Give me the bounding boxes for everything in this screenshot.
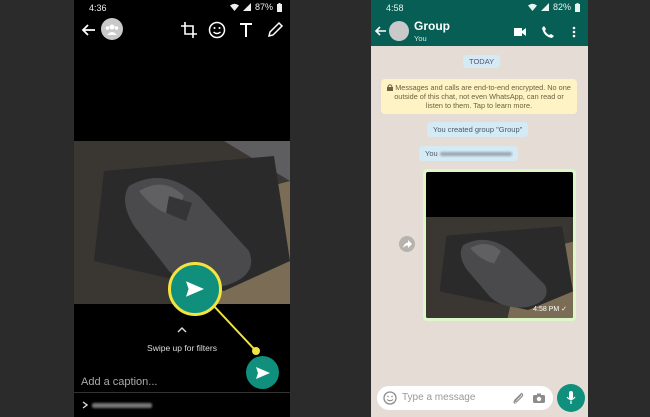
- mouse-photo: [426, 217, 573, 318]
- voice-record-button[interactable]: [557, 384, 585, 412]
- encryption-notice-text: Messages and calls are end-to-end encryp…: [394, 83, 571, 111]
- system-message-added: You: [419, 146, 518, 161]
- recipient-bar: [82, 401, 152, 409]
- video-call-icon[interactable]: [513, 25, 527, 39]
- wifi-icon: [527, 3, 537, 11]
- stage: 4:36 87% Swipe up for filters Add a capt…: [0, 0, 650, 417]
- recipient-name-redacted: [92, 402, 152, 408]
- more-options-icon[interactable]: [567, 25, 581, 39]
- status-time: 4:58: [386, 3, 404, 13]
- message-timestamp: 4:58 PM ✓: [533, 306, 567, 313]
- back-arrow-icon[interactable]: [80, 21, 98, 39]
- send-button-highlight: [168, 262, 222, 316]
- group-avatar-icon: [105, 24, 119, 35]
- send-button-enlarged: [173, 267, 217, 311]
- microphone-icon: [566, 391, 576, 404]
- attach-icon[interactable]: [511, 391, 525, 405]
- editor-toolbar: [74, 17, 290, 43]
- caption-input[interactable]: Add a caption...: [81, 376, 157, 388]
- pencil-icon[interactable]: [266, 21, 284, 39]
- added-names-redacted: [439, 152, 512, 157]
- status-time: 4:36: [89, 3, 107, 13]
- crop-rotate-icon[interactable]: [180, 21, 198, 39]
- outgoing-image-message[interactable]: 4:58 PM ✓: [423, 169, 576, 321]
- chat-header: 4:58 82% Group You: [371, 0, 588, 46]
- battery-percent: 82%: [552, 2, 571, 12]
- status-right: 87%: [229, 2, 282, 12]
- encryption-notice[interactable]: Messages and calls are end-to-end encryp…: [381, 79, 577, 115]
- image-send-screen: 4:36 87% Swipe up for filters Add a capt…: [74, 0, 290, 417]
- signal-icon: [242, 3, 251, 11]
- swipe-hint: Swipe up for filters: [147, 343, 217, 353]
- forward-button[interactable]: [399, 236, 415, 252]
- status-bar: 4:58 82%: [371, 0, 588, 15]
- caption-divider: [74, 392, 290, 393]
- battery-icon: [575, 2, 580, 12]
- group-avatar[interactable]: [389, 21, 409, 41]
- message-input[interactable]: Type a message: [402, 392, 475, 403]
- chat-screen: 4:58 82% Group You TODAY Messages and ca…: [371, 0, 588, 417]
- system-message-created: You created group "Group": [427, 122, 529, 137]
- chat-subtitle: You: [414, 34, 427, 43]
- status-right: 82%: [527, 2, 580, 12]
- camera-icon[interactable]: [532, 391, 546, 405]
- wifi-icon: [229, 3, 239, 11]
- message-input-bar[interactable]: Type a message: [377, 386, 553, 410]
- battery-icon: [277, 2, 282, 12]
- chat-title[interactable]: Group: [414, 19, 450, 33]
- system-message-added-prefix: You: [425, 149, 438, 158]
- message-image: 4:58 PM ✓: [426, 172, 573, 318]
- send-icon: [186, 281, 204, 297]
- text-icon[interactable]: [237, 21, 255, 39]
- battery-percent: 87%: [254, 2, 273, 12]
- emoji-icon[interactable]: [208, 21, 226, 39]
- chevron-right-icon: [82, 401, 88, 409]
- date-chip: TODAY: [463, 55, 501, 68]
- back-arrow-icon[interactable]: [374, 24, 388, 38]
- mouse-photo-thumb: [426, 217, 573, 318]
- send-button[interactable]: [246, 356, 279, 389]
- signal-icon: [540, 3, 549, 11]
- emoji-icon[interactable]: [383, 391, 397, 405]
- forward-icon: [402, 240, 412, 248]
- lock-icon: [387, 84, 394, 91]
- group-avatar: [101, 18, 123, 40]
- status-bar: 4:36 87%: [74, 0, 290, 15]
- send-icon: [255, 366, 270, 379]
- phone-call-icon[interactable]: [541, 25, 555, 39]
- chevron-up-icon: [177, 327, 187, 333]
